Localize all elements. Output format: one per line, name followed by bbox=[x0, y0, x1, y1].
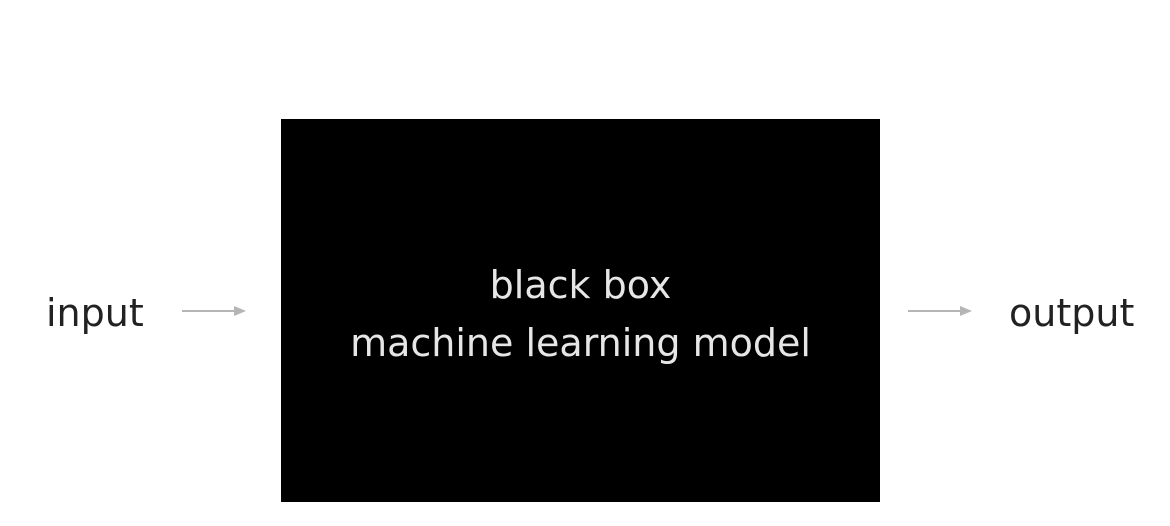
black-box-model: black box machine learning model bbox=[281, 119, 880, 502]
model-title-line1: black box bbox=[489, 263, 672, 307]
model-title-line2: machine learning model bbox=[350, 321, 811, 365]
input-label: input bbox=[46, 291, 144, 335]
output-label: output bbox=[1009, 291, 1135, 335]
input-arrow-icon bbox=[182, 306, 246, 316]
output-arrow-icon bbox=[908, 306, 972, 316]
